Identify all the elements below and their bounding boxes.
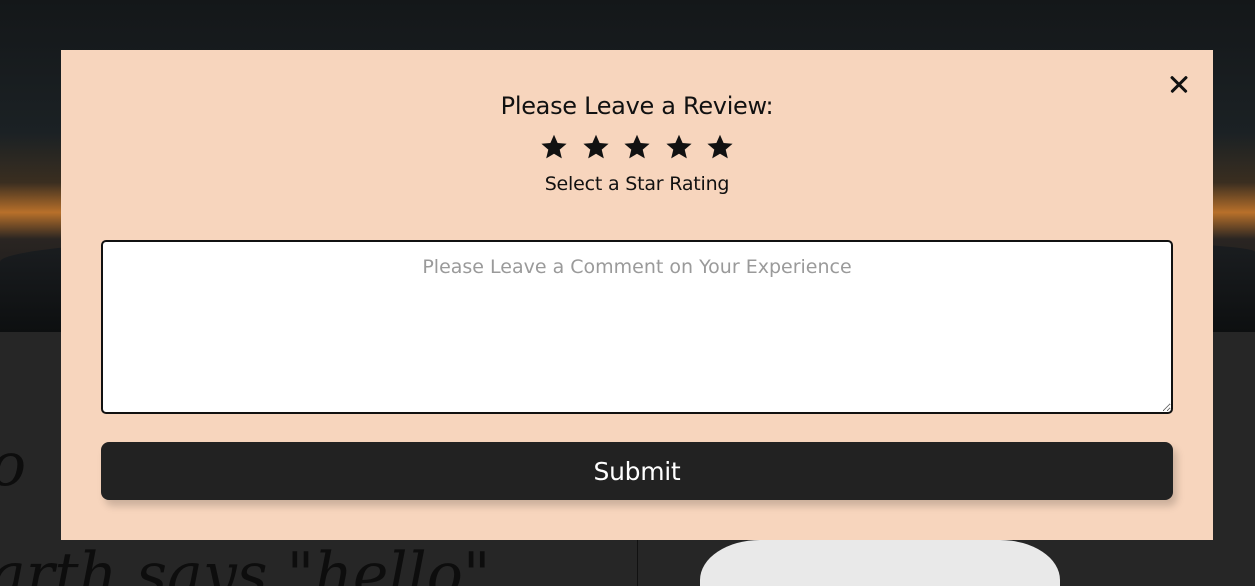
review-modal: Please Leave a Review: Select a Star Rat… bbox=[61, 50, 1213, 540]
background-script-text: o bbox=[0, 430, 26, 500]
star-icon[interactable] bbox=[662, 130, 696, 164]
background-divider bbox=[637, 540, 638, 586]
rating-hint: Select a Star Rating bbox=[544, 173, 730, 195]
submit-button[interactable]: Submit bbox=[101, 442, 1173, 500]
background-script-text-2: arth says "hello" bbox=[0, 540, 491, 586]
star-icon[interactable] bbox=[703, 130, 737, 164]
comment-textarea[interactable] bbox=[101, 240, 1173, 414]
star-icon[interactable] bbox=[620, 130, 654, 164]
star-icon[interactable] bbox=[579, 130, 613, 164]
star-icon[interactable] bbox=[537, 130, 571, 164]
star-rating bbox=[537, 130, 737, 164]
modal-title: Please Leave a Review: bbox=[500, 92, 774, 120]
background-photo bbox=[700, 540, 1060, 586]
